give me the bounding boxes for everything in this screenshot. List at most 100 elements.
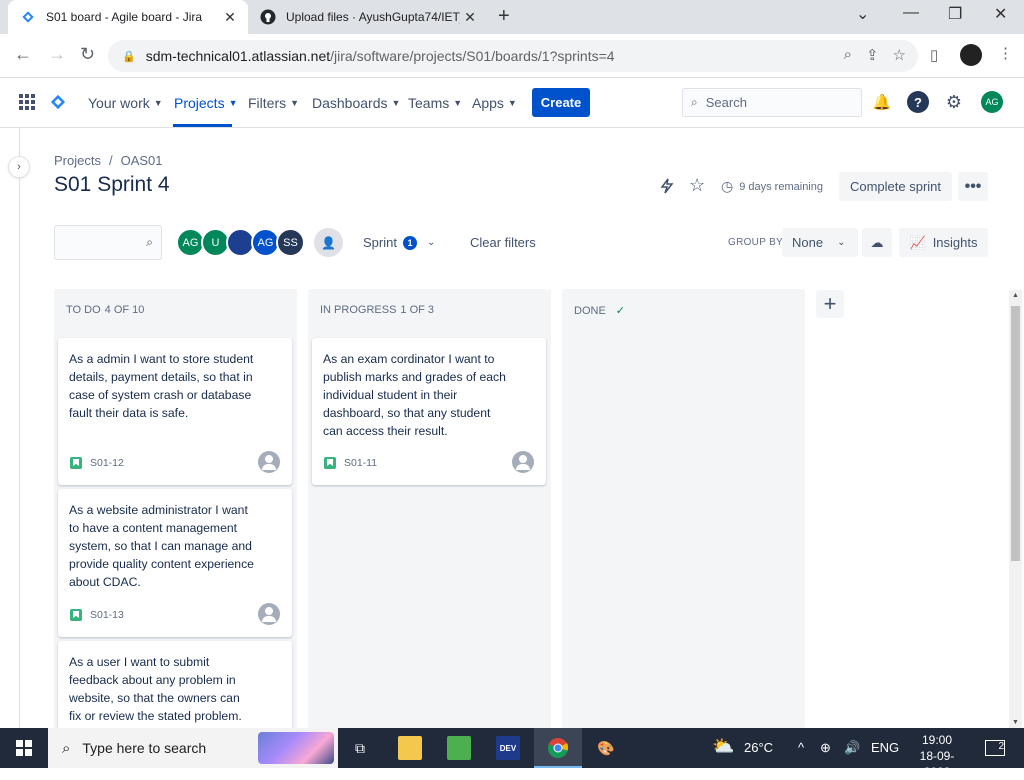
breadcrumb-separator: / <box>108 153 113 168</box>
nav-dashboards[interactable]: Dashboards ▼ <box>312 95 400 111</box>
star-icon[interactable]: ☆ <box>689 175 705 196</box>
group-by-select[interactable]: None ⌄ <box>782 228 858 257</box>
close-tab-icon[interactable]: ✕ <box>460 9 480 26</box>
jira-search-input[interactable]: ⌕ Search <box>682 88 862 117</box>
nav-filters[interactable]: Filters ▼ <box>248 95 299 111</box>
scroll-down-icon[interactable]: ▼ <box>1012 719 1019 726</box>
url-host: sdm-technical01.atlassian.net <box>145 48 331 64</box>
card-key: S01-11 <box>324 457 377 469</box>
browser-toolbar: ← → ↻ 🔒 sdm-technical01.atlassian.net/ji… <box>0 34 1024 78</box>
release-cloud-icon[interactable]: ☁ <box>862 228 892 257</box>
issue-card[interactable]: As an exam cordinator I want to publish … <box>312 338 546 485</box>
issue-key: S01-13 <box>90 609 124 621</box>
scroll-up-icon[interactable]: ▲ <box>1012 292 1019 299</box>
clock-icon: ◷ <box>721 178 734 194</box>
profile-avatar[interactable] <box>960 44 982 66</box>
reload-icon[interactable]: ↻ <box>80 44 95 65</box>
column-name: TO DO <box>66 304 101 316</box>
search-icon: ⌕ <box>691 95 698 109</box>
app-switcher-icon[interactable] <box>19 94 35 110</box>
task-view-icon[interactable]: ⧉ <box>348 736 372 760</box>
clock[interactable]: 19:00 18-09-2023 <box>907 732 967 780</box>
story-icon <box>70 457 82 469</box>
breadcrumb-project[interactable]: OAS01 <box>121 153 163 168</box>
dev-cpp-icon[interactable]: DEV <box>496 736 520 760</box>
page-scrollbar[interactable]: ▲ ▼ <box>1009 290 1022 728</box>
weather-temp[interactable]: 26°C <box>744 740 773 755</box>
insights-button[interactable]: 📈 Insights <box>899 228 988 257</box>
language-indicator[interactable]: ENG <box>871 740 899 755</box>
card-summary: As a admin I want to store student detai… <box>69 352 254 420</box>
paint-app-icon[interactable]: 🎨 <box>594 736 618 760</box>
chevron-down-icon: ▼ <box>507 98 517 108</box>
zoom-icon[interactable]: ⌕ <box>844 46 852 64</box>
column-header: IN PROGRESS 1 OF 3 <box>320 304 434 316</box>
nav-apps[interactable]: Apps ▼ <box>472 95 517 111</box>
close-window-button[interactable]: ✕ <box>994 4 1007 24</box>
search-highlight-image <box>258 732 334 764</box>
new-tab-button[interactable]: + <box>498 5 510 28</box>
issue-card[interactable]: As a admin I want to store student detai… <box>58 338 292 485</box>
close-tab-icon[interactable]: ✕ <box>220 9 240 26</box>
issue-key: S01-12 <box>90 457 124 469</box>
maximize-button[interactable]: ❐ <box>948 4 962 24</box>
file-explorer-icon[interactable] <box>398 736 422 760</box>
unassigned-avatar-icon[interactable] <box>258 603 280 625</box>
weather-icon: ⛅ <box>712 736 735 756</box>
nav-projects[interactable]: Projects ▼ <box>174 95 238 111</box>
notifications-icon[interactable]: 🔔 <box>871 91 893 113</box>
expand-sidebar-button[interactable]: › <box>8 156 30 178</box>
network-icon[interactable]: ⊕ <box>820 740 831 756</box>
issue-card[interactable]: As a user I want to submit feedback abou… <box>58 641 292 741</box>
chevron-down-icon: ▼ <box>290 98 300 108</box>
browser-tab-github[interactable]: Upload files · AyushGupta74/IET_ ✕ <box>250 0 488 34</box>
assignee-filter-avatar[interactable]: SS <box>276 228 305 257</box>
tab-title: Upload files · AyushGupta74/IET_ <box>286 10 460 24</box>
nav-teams[interactable]: Teams ▼ <box>408 95 462 111</box>
notification-center-icon[interactable]: 2 <box>985 740 1005 756</box>
tab-search-icon[interactable]: ⌄ <box>856 4 869 24</box>
windows-start-icon[interactable] <box>16 740 32 756</box>
lightning-icon[interactable] <box>660 178 674 199</box>
spreadsheet-app-icon[interactable] <box>447 736 471 760</box>
address-bar[interactable]: 🔒 sdm-technical01.atlassian.net/jira/sof… <box>108 40 918 72</box>
bookmark-star-icon[interactable]: ☆ <box>893 46 906 64</box>
clear-filters-button[interactable]: Clear filters <box>470 235 536 250</box>
unassigned-avatar-icon[interactable] <box>512 451 534 473</box>
jira-top-nav: Your work ▼ Projects ▼ Filters ▼ Dashboards… <box>0 78 1024 128</box>
add-people-icon[interactable]: 👤 <box>314 228 343 257</box>
insights-label: Insights <box>932 235 978 250</box>
more-actions-button[interactable]: ••• <box>958 172 988 201</box>
tray-chevron-icon[interactable]: ^ <box>798 740 804 755</box>
board-search-input[interactable]: ⌕ <box>54 225 162 260</box>
volume-icon[interactable]: 🔊 <box>844 740 860 756</box>
story-icon <box>324 457 336 469</box>
breadcrumb-projects[interactable]: Projects <box>54 153 101 168</box>
settings-gear-icon[interactable]: ⚙ <box>943 91 965 113</box>
chevron-down-icon: ⌄ <box>426 237 436 248</box>
card-key: S01-13 <box>70 609 124 621</box>
group-by-value: None <box>792 235 824 250</box>
unassigned-avatar-icon[interactable] <box>258 451 280 473</box>
add-column-button[interactable]: + <box>816 290 844 318</box>
chrome-taskbar-button[interactable] <box>534 728 582 768</box>
user-avatar[interactable]: AG <box>981 91 1003 113</box>
back-icon[interactable]: ← <box>14 44 32 65</box>
browser-tab-jira[interactable]: S01 board - Agile board - Jira ✕ <box>8 0 248 34</box>
share-icon[interactable]: ⇪ <box>866 46 879 64</box>
nav-your-work[interactable]: Your work ▼ <box>88 95 163 111</box>
create-button[interactable]: Create <box>532 88 590 117</box>
jira-logo-icon[interactable] <box>50 94 66 110</box>
column-todo: TO DO 4 OF 10 As a admin I want to store… <box>54 289 297 741</box>
sidepanel-icon[interactable]: ▯ <box>930 46 938 64</box>
complete-sprint-button[interactable]: Complete sprint <box>839 172 952 201</box>
scrollbar-thumb[interactable] <box>1011 306 1020 561</box>
minimize-button[interactable]: — <box>903 4 919 22</box>
forward-icon[interactable]: → <box>48 44 66 65</box>
sprint-filter-dropdown[interactable]: Sprint 1 ⌄ <box>363 235 435 250</box>
issue-card[interactable]: As a website administrator I want to hav… <box>58 489 292 637</box>
help-icon[interactable]: ? <box>907 91 929 113</box>
column-count: 4 OF 10 <box>104 304 145 316</box>
browser-menu-icon[interactable]: ⋮ <box>998 44 1013 62</box>
chevron-down-icon: ▼ <box>153 98 163 108</box>
